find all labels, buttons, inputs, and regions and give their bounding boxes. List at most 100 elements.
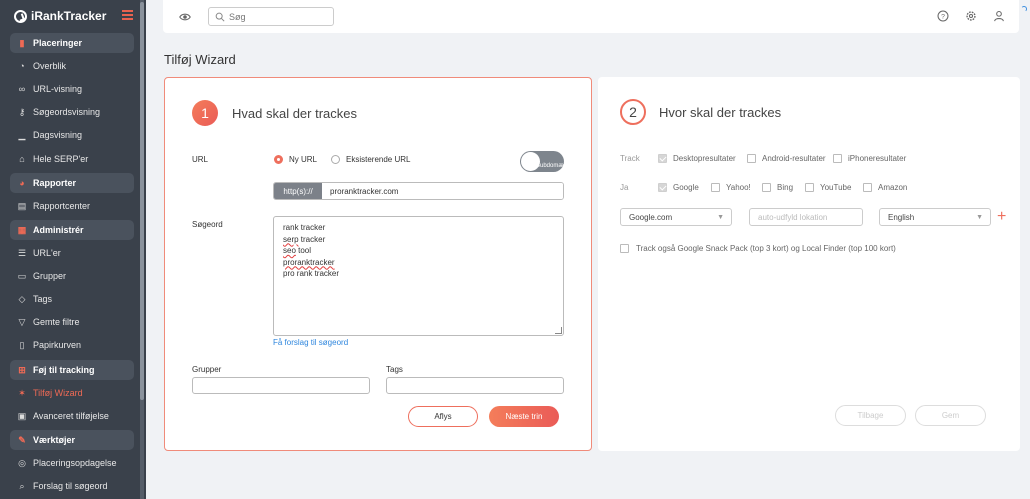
engine-yahoo-checkbox[interactable] xyxy=(711,183,720,192)
track-android-label[interactable]: Android-resultater xyxy=(762,154,826,163)
radio-existing-url-label[interactable]: Eksisterende URL xyxy=(346,155,410,164)
engine-bing-checkbox[interactable] xyxy=(762,183,771,192)
sidebar-item[interactable]: ✎ Værktøjer xyxy=(10,430,134,450)
sidebar-item[interactable]: ∞ URL-visning xyxy=(10,79,134,99)
back-button[interactable]: Tilbage xyxy=(835,405,906,426)
sidebar-item[interactable]: ▮ Placeringer xyxy=(10,33,134,53)
sidebar-item-label: Avanceret tilføjelse xyxy=(33,411,109,421)
search-input[interactable] xyxy=(229,11,329,22)
sidebar-item-label: Placeringer xyxy=(33,38,83,48)
track-desktop-checkbox[interactable] xyxy=(658,154,667,163)
plus-box-icon: ⊞ xyxy=(18,364,26,375)
cancel-button[interactable]: Aflys xyxy=(408,406,478,427)
track-iphone-label[interactable]: iPhoneresultater xyxy=(848,154,906,163)
engine-google-label[interactable]: Google xyxy=(673,183,699,192)
sidebar-item[interactable]: ☰ URL'er xyxy=(10,243,134,263)
url-input[interactable] xyxy=(322,183,563,199)
sidebar-item[interactable]: ⚷ Søgeordsvisning xyxy=(10,102,134,122)
help-icon[interactable]: ? xyxy=(937,10,949,22)
track-desktop-label[interactable]: Desktopresultater xyxy=(673,154,736,163)
keyword-line: serp tracker xyxy=(283,234,326,244)
sidebar-item[interactable]: ▽ Gemte filtre xyxy=(10,312,134,332)
chevron-down-icon: ▼ xyxy=(717,214,724,221)
engine-label: Ja xyxy=(620,183,629,192)
language-select[interactable]: English ▼ xyxy=(879,208,991,226)
engine-amazon-label[interactable]: Amazon xyxy=(878,183,907,192)
sidebar-item[interactable]: ◕ Rapporter xyxy=(10,173,134,193)
chart-icon: ▁ xyxy=(18,129,26,140)
track-iphone-checkbox[interactable] xyxy=(833,154,842,163)
folder-icon: ▭ xyxy=(17,270,27,281)
sidebar-item[interactable]: ◎ Placeringsopdagelse xyxy=(10,453,134,473)
search-icon xyxy=(215,12,225,22)
sidebar-item[interactable]: ⊞ Føj til tracking xyxy=(10,360,134,380)
sidebar: iRankTracker ▮ Placeringer ◔ Overblik ∞ URL-v… xyxy=(0,0,146,499)
hamburger-menu-icon[interactable] xyxy=(122,10,133,20)
location-placeholder: auto-udfyld lokation xyxy=(758,212,828,222)
sidebar-item-label: Forslag til søgeord xyxy=(33,481,108,491)
sidebar-item[interactable]: ◔ Overblik xyxy=(10,56,134,76)
sidebar-item[interactable]: ⌂ Hele SERP'er xyxy=(10,149,134,169)
snack-pack-checkbox[interactable] xyxy=(620,244,629,253)
sidebar-item-label: Søgeordsvisning xyxy=(33,107,101,117)
resize-handle[interactable] xyxy=(555,327,562,334)
search-icon: ⌕ xyxy=(19,480,25,491)
logo[interactable]: iRankTracker xyxy=(14,8,106,24)
engine-amazon-checkbox[interactable] xyxy=(863,183,872,192)
engine-youtube-label[interactable]: YouTube xyxy=(820,183,851,192)
track-label: Track xyxy=(620,154,640,163)
sidebar-item[interactable]: ⌕ Forslag til søgeord xyxy=(10,476,134,496)
sidebar-scrollbar[interactable] xyxy=(140,0,144,499)
sidebar-item-label: URL-visning xyxy=(33,84,83,94)
save-button[interactable]: Gem xyxy=(915,405,986,426)
subdomain-toggle[interactable]: Subdomæner xyxy=(520,151,572,172)
loading-spinner-icon xyxy=(1021,6,1027,12)
radio-existing-url[interactable] xyxy=(331,155,340,164)
sidebar-item[interactable]: ✶ Tilføj Wizard xyxy=(10,383,134,403)
chevron-down-icon: ▼ xyxy=(976,214,983,221)
radio-new-url-label[interactable]: Ny URL xyxy=(289,155,317,164)
engine-yahoo-label[interactable]: Yahoo! xyxy=(726,183,751,192)
sidebar-item[interactable]: ◇ Tags xyxy=(10,289,134,309)
keywords-textarea[interactable]: rank tracker serp tracker seo tool prora… xyxy=(273,216,564,336)
next-step-button[interactable]: Næste trin xyxy=(489,406,559,427)
location-input[interactable]: auto-udfyld lokation xyxy=(749,208,863,226)
topbar: ? xyxy=(163,0,1019,33)
search-box[interactable] xyxy=(208,7,334,26)
groups-label: Grupper xyxy=(192,365,222,374)
keyword-suggestions-link[interactable]: Få forslag til søgeord xyxy=(273,338,348,347)
step2-panel: 2 Hvor skal der trackes Track Desktopres… xyxy=(598,77,1020,451)
svg-text:?: ? xyxy=(941,14,945,21)
eye-icon[interactable] xyxy=(179,11,191,23)
gear-icon[interactable] xyxy=(965,10,977,22)
sidebar-item-label: Rapporter xyxy=(33,178,77,188)
sidebar-item[interactable]: ▦ Administrér xyxy=(10,220,134,240)
user-icon[interactable] xyxy=(993,10,1005,22)
tags-input[interactable] xyxy=(386,377,564,394)
sidebar-item[interactable]: ▣ Avanceret tilføjelse xyxy=(10,406,134,426)
link-icon: ∞ xyxy=(18,84,26,94)
engine-youtube-checkbox[interactable] xyxy=(805,183,814,192)
sidebar-item[interactable]: ▁ Dagsvisning xyxy=(10,125,134,145)
sidebar-item[interactable]: ▯ Papirkurven xyxy=(10,335,134,355)
trash-icon: ▯ xyxy=(19,339,25,350)
track-android-checkbox[interactable] xyxy=(747,154,756,163)
sidebar-item-label: Administrér xyxy=(33,225,84,235)
engine-select-value: Google.com xyxy=(629,212,673,222)
key-icon: ⚷ xyxy=(18,106,26,117)
add-location-plus-icon[interactable]: + xyxy=(997,209,1006,225)
snack-pack-label[interactable]: Track også Google Snack Pack (top 3 kort… xyxy=(636,244,936,253)
sidebar-item[interactable]: ▭ Grupper xyxy=(10,266,134,286)
engine-google-checkbox[interactable] xyxy=(658,183,667,192)
report-icon: ◕ xyxy=(19,178,25,188)
scrollbar-thumb[interactable] xyxy=(140,2,144,400)
radio-new-url[interactable] xyxy=(274,155,283,164)
logo-icon xyxy=(14,9,27,23)
clipboard-icon: ▣ xyxy=(17,410,27,421)
groups-input[interactable] xyxy=(192,377,370,394)
sidebar-item-label: Rapportcenter xyxy=(33,201,91,211)
sidebar-item[interactable]: ▤ Rapportcenter xyxy=(10,196,134,216)
engine-select[interactable]: Google.com ▼ xyxy=(620,208,732,226)
engine-bing-label[interactable]: Bing xyxy=(777,183,793,192)
sidebar-item-label: Papirkurven xyxy=(33,340,82,350)
